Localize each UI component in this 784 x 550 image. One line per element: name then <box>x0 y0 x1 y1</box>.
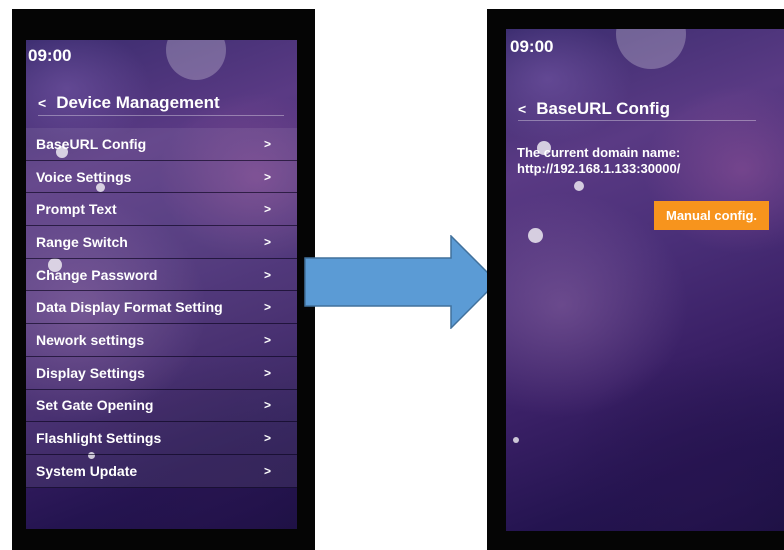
chevron-right-icon: > <box>263 365 271 380</box>
menu-item-label: Nework settings <box>36 331 145 348</box>
manual-config-button[interactable]: Manual config. <box>654 201 769 230</box>
settings-menu: BaseURL Config > Voice Settings > Prompt… <box>26 128 297 488</box>
menu-item-label: BaseURL Config <box>36 135 147 152</box>
menu-item-label: Set Gate Opening <box>36 397 154 414</box>
right-screen: 09:00 < BaseURL Config The current domai… <box>506 29 784 531</box>
menu-item-flashlight-settings[interactable]: Flashlight Settings > <box>26 422 297 455</box>
page-header: < BaseURL Config <box>518 98 756 121</box>
chevron-right-icon: > <box>263 169 271 184</box>
chevron-right-icon: > <box>263 398 271 413</box>
menu-item-label: Voice Settings <box>36 168 132 185</box>
menu-item-baseurl-config[interactable]: BaseURL Config > <box>26 128 297 161</box>
menu-item-label: Display Settings <box>36 364 145 381</box>
chevron-right-icon: > <box>263 267 271 282</box>
menu-item-prompt-text[interactable]: Prompt Text > <box>26 193 297 227</box>
right-arrow-icon <box>304 234 499 334</box>
bokeh-light <box>528 228 543 243</box>
chevron-right-icon: > <box>263 332 271 347</box>
menu-item-label: Flashlight Settings <box>36 430 162 447</box>
chevron-right-icon: > <box>263 300 271 315</box>
page-title: BaseURL Config <box>536 99 670 118</box>
menu-item-system-update[interactable]: System Update > <box>26 454 297 488</box>
domain-label: The current domain name: <box>517 145 681 160</box>
bokeh-light <box>513 437 519 443</box>
menu-item-voice-settings[interactable]: Voice Settings > <box>26 160 297 194</box>
left-screen: 09:00 < Device Management BaseURL Config… <box>26 40 297 529</box>
right-arrow-shape <box>304 234 499 330</box>
menu-item-set-gate-opening[interactable]: Set Gate Opening > <box>26 389 297 423</box>
bokeh-light <box>166 40 226 80</box>
menu-item-label: System Update <box>36 462 138 479</box>
menu-item-network-settings[interactable]: Nework settings > <box>26 324 297 357</box>
menu-item-data-display-format[interactable]: Data Display Format Setting > <box>26 291 297 325</box>
back-icon[interactable]: < <box>38 95 46 111</box>
chevron-right-icon: > <box>263 431 271 446</box>
chevron-right-icon: > <box>263 136 271 151</box>
menu-item-change-password[interactable]: Change Password > <box>26 258 297 292</box>
status-time: 09:00 <box>28 46 72 65</box>
menu-item-display-settings[interactable]: Display Settings > <box>26 356 297 390</box>
domain-value: http://192.168.1.133:30000/ <box>517 161 681 176</box>
menu-item-range-switch[interactable]: Range Switch > <box>26 226 297 259</box>
left-device-frame: 09:00 < Device Management BaseURL Config… <box>12 9 315 550</box>
bokeh-light <box>574 181 584 191</box>
page-header: < Device Management <box>38 91 284 116</box>
menu-item-label: Range Switch <box>36 233 128 250</box>
page-title: Device Management <box>56 93 220 112</box>
chevron-right-icon: > <box>263 234 271 249</box>
back-icon[interactable]: < <box>518 101 526 117</box>
chevron-right-icon: > <box>263 202 271 217</box>
right-device-frame: 09:00 < BaseURL Config The current domai… <box>487 9 784 550</box>
status-time: 09:00 <box>510 37 554 56</box>
menu-item-label: Change Password <box>36 266 158 283</box>
menu-item-label: Data Display Format Setting <box>36 299 223 316</box>
chevron-right-icon: > <box>263 463 271 478</box>
menu-item-label: Prompt Text <box>36 201 117 218</box>
bokeh-light <box>616 29 686 69</box>
